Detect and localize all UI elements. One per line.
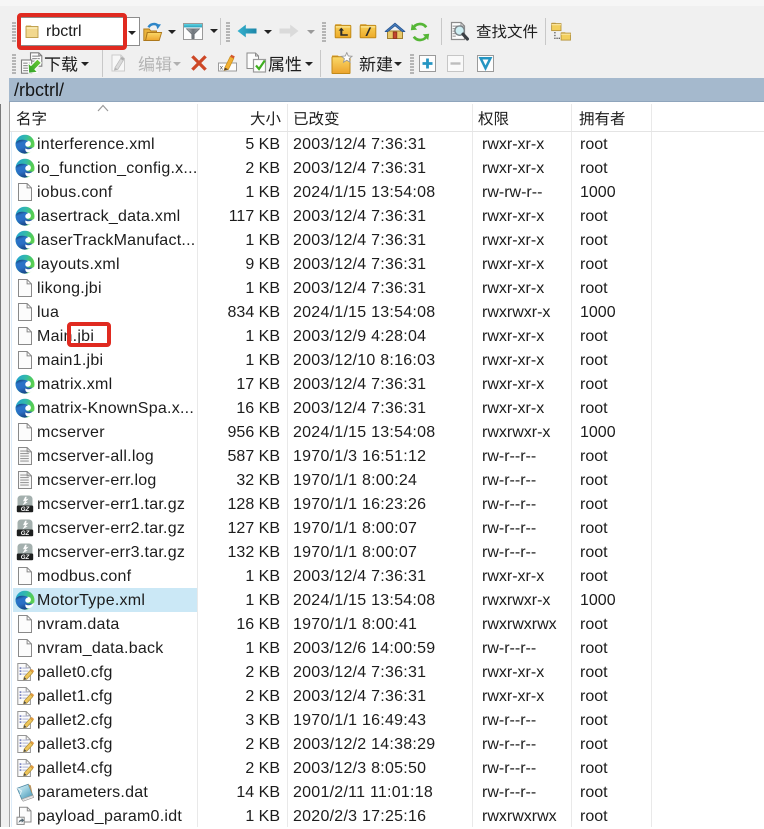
svg-text:GZ: GZ [21,506,30,513]
svg-text:GZ: GZ [21,530,30,537]
svg-text:GZ: GZ [21,554,30,561]
